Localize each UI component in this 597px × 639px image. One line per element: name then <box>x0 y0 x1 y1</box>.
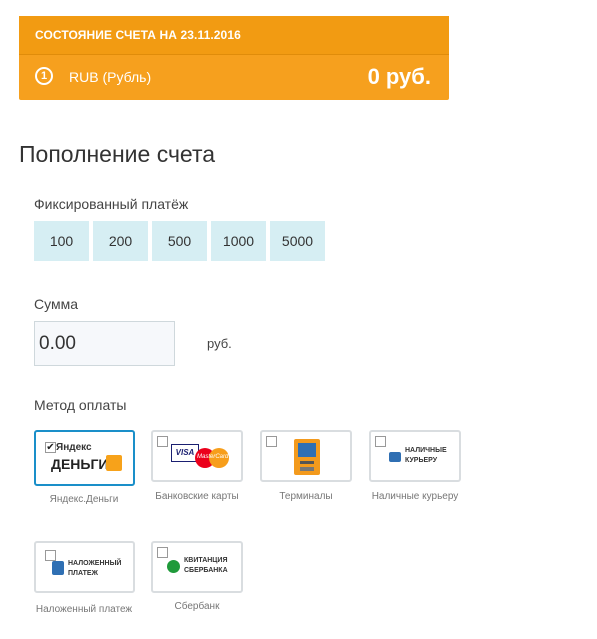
sberbank-checkbox[interactable] <box>157 547 168 558</box>
payment-method-terminals[interactable] <box>260 430 352 482</box>
currency-number-icon: 1 <box>35 67 53 85</box>
payment-method-label-cash-courier: Наличные курьеру <box>371 491 459 502</box>
cash-courier-logo-line-2: КУРЬЕРУ <box>405 457 438 464</box>
wallet-icon <box>389 452 401 462</box>
yandex-logo-text-2: ДЕНЬГИ <box>51 456 109 472</box>
cash-courier-logo: НАЛИЧНЫЕ КУРЬЕРУ <box>405 446 447 466</box>
payment-method-yandex-money[interactable]: ✔ Яндекс ДЕНЬГИ <box>34 430 135 486</box>
amount-button-100[interactable]: 100 <box>34 221 89 261</box>
currency-label: RUB (Рубль) <box>69 69 152 85</box>
payment-method-label-bank-cards: Банковские карты <box>155 491 239 502</box>
account-balance: 0 руб. <box>367 64 431 89</box>
payment-method-label-terminals: Терминалы <box>279 491 333 502</box>
terminals-checkbox[interactable] <box>266 436 277 447</box>
payment-method-cash-on-delivery[interactable]: НАЛОЖЕННЫЙ ПЛАТЕЖ <box>34 541 135 593</box>
yandex-money-checkbox[interactable]: ✔ <box>45 442 56 453</box>
amount-button-1000[interactable]: 1000 <box>211 221 266 261</box>
payment-method-label-yandex: Яндекс.Деньги <box>49 494 119 505</box>
payment-method-label: Метод оплаты <box>34 397 127 413</box>
sberbank-logo-line-2: СБЕРБАНКА <box>184 567 228 574</box>
cash-courier-logo-line-1: НАЛИЧНЫЕ <box>405 447 447 454</box>
yandex-logo-text-1: Яндекс <box>56 442 92 453</box>
page-title: Пополнение счета <box>19 141 216 167</box>
payment-method-label-sberbank: Сбербанк <box>174 601 220 612</box>
amount-button-500[interactable]: 500 <box>152 221 207 261</box>
sum-label: Сумма <box>34 296 78 312</box>
account-status-card: СОСТОЯНИЕ СЧЕТА НА 23.11.2016 1 RUB (Руб… <box>19 16 449 100</box>
cash-on-delivery-logo: НАЛОЖЕННЫЙ ПЛАТЕЖ <box>68 559 121 579</box>
terminal-icon <box>294 439 320 475</box>
sberbank-logo-icon <box>167 560 180 573</box>
sum-input[interactable] <box>34 321 175 366</box>
yandex-wallet-icon <box>106 455 122 471</box>
account-currency-row: 1 RUB (Рубль) 0 руб. <box>19 55 449 100</box>
mastercard-logo-text: MasterCard <box>197 454 229 460</box>
payment-method-label-cash-on-delivery: Наложенный платеж <box>35 604 133 615</box>
sberbank-logo: КВИТАНЦИЯ СБЕРБАНКА <box>184 556 228 576</box>
amount-button-5000[interactable]: 5000 <box>270 221 325 261</box>
cash-on-delivery-logo-line-1: НАЛОЖЕННЫЙ <box>68 560 122 567</box>
payment-method-bank-cards[interactable]: VISA MasterCard <box>151 430 243 482</box>
cash-on-delivery-checkbox[interactable] <box>45 550 56 561</box>
amount-button-200[interactable]: 200 <box>93 221 148 261</box>
parcel-icon <box>52 561 64 575</box>
cash-on-delivery-logo-line-2: ПЛАТЕЖ <box>68 570 98 577</box>
sum-currency-suffix: руб. <box>207 336 232 351</box>
cash-courier-checkbox[interactable] <box>375 436 386 447</box>
bank-cards-checkbox[interactable] <box>157 436 168 447</box>
account-status-header: СОСТОЯНИЕ СЧЕТА НА 23.11.2016 <box>19 16 449 55</box>
payment-method-sberbank[interactable]: КВИТАНЦИЯ СБЕРБАНКА <box>151 541 243 593</box>
payment-method-cash-courier[interactable]: НАЛИЧНЫЕ КУРЬЕРУ <box>369 430 461 482</box>
sberbank-logo-line-1: КВИТАНЦИЯ <box>184 557 228 564</box>
fixed-payment-label: Фиксированный платёж <box>34 196 189 212</box>
